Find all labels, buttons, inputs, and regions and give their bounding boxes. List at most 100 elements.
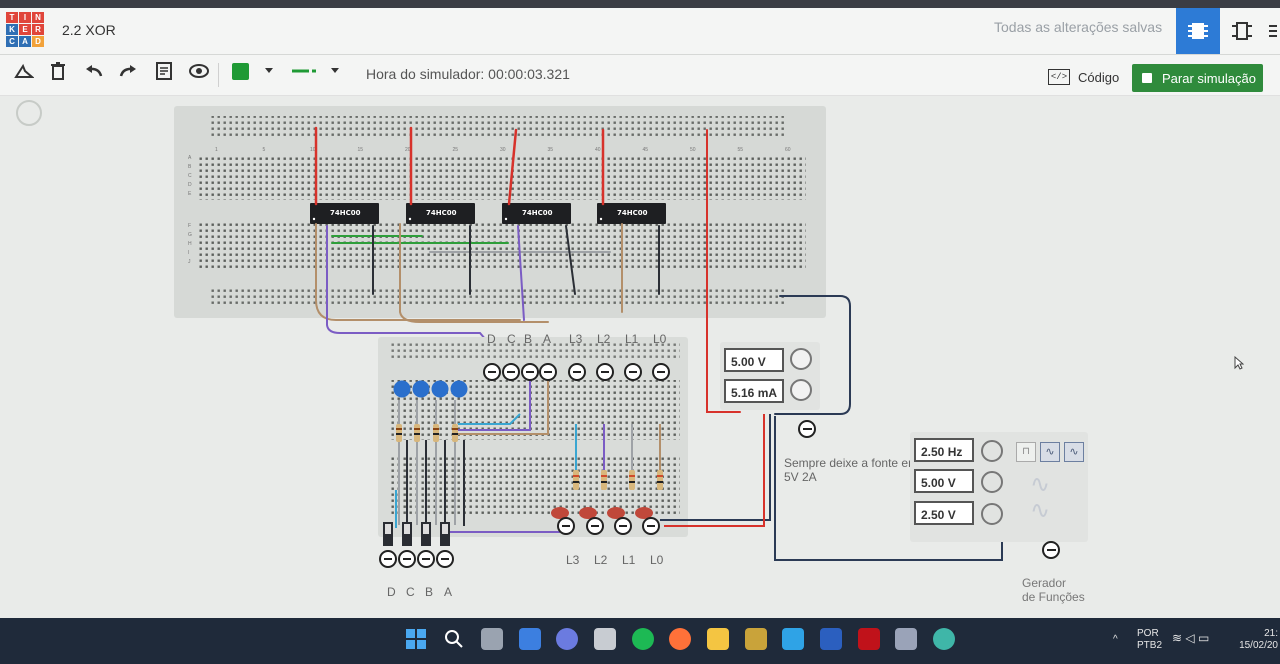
square-wave-button[interactable]: ⊓ xyxy=(1016,442,1036,462)
color-dropdown-arrow[interactable] xyxy=(257,59,281,83)
code-button[interactable]: </> Código xyxy=(1048,64,1119,90)
supply-voltage-display[interactable]: 5.00 V xyxy=(724,348,784,372)
rotate-icon xyxy=(14,63,34,78)
input-label: D xyxy=(487,332,496,346)
probe-terminal[interactable] xyxy=(521,363,539,381)
offset-knob[interactable] xyxy=(981,503,1003,525)
generator-frequency-display[interactable]: 2.50 Hz xyxy=(914,438,974,462)
probe-terminal[interactable] xyxy=(652,363,670,381)
chat-button[interactable] xyxy=(556,628,578,650)
input-terminal[interactable] xyxy=(417,550,435,568)
probe-terminal[interactable] xyxy=(502,363,520,381)
top-breadboard[interactable]: 1 5 10 15 20 25 30 35 40 45 50 55 60 ABCDEFGHIJ xyxy=(174,106,826,318)
stop-simulation-button[interactable]: Parar simulação xyxy=(1132,64,1263,92)
probe-terminal[interactable] xyxy=(596,363,614,381)
ic-chip-74hc00[interactable]: 74HC00 xyxy=(310,203,379,224)
firefox-button[interactable] xyxy=(669,628,691,650)
wire-type-dropdown-arrow[interactable] xyxy=(323,59,347,83)
probe-terminal[interactable] xyxy=(568,363,586,381)
widgets-button[interactable] xyxy=(519,628,541,650)
voltage-knob[interactable] xyxy=(790,348,812,370)
schematic-view-button[interactable] xyxy=(1220,8,1264,54)
app-window-button[interactable] xyxy=(594,628,616,650)
input-slide-switch[interactable] xyxy=(383,522,393,546)
mail-button[interactable] xyxy=(782,628,804,650)
input-pushbutton[interactable] xyxy=(393,380,411,398)
led-resistor[interactable] xyxy=(629,470,635,490)
input-pushbutton[interactable] xyxy=(431,380,449,398)
generator-offset-display[interactable]: 2.50 V xyxy=(914,501,974,525)
triangle-wave-button[interactable]: ∿ xyxy=(1064,442,1084,462)
redo-button[interactable] xyxy=(116,59,140,83)
input-slide-switch[interactable] xyxy=(421,522,431,546)
column-number: 1 xyxy=(215,147,218,153)
pulldown-resistor[interactable] xyxy=(433,424,439,442)
input-slide-switch[interactable] xyxy=(402,522,412,546)
logo-letter: T xyxy=(6,12,18,23)
ic-chip-74hc00[interactable]: 74HC00 xyxy=(502,203,571,224)
input-terminal[interactable] xyxy=(379,550,397,568)
ic-chip-74hc00[interactable]: 74HC00 xyxy=(597,203,666,224)
probe-terminal[interactable] xyxy=(539,363,557,381)
search-button[interactable] xyxy=(443,628,465,650)
output-terminal[interactable] xyxy=(642,517,660,535)
input-terminal[interactable] xyxy=(398,550,416,568)
led-resistor[interactable] xyxy=(573,470,579,490)
output-terminal[interactable] xyxy=(586,517,604,535)
amplitude-knob[interactable] xyxy=(981,471,1003,493)
word-button[interactable] xyxy=(820,628,842,650)
supply-negative-terminal[interactable] xyxy=(798,420,816,438)
circuit-view-button[interactable] xyxy=(1176,8,1220,54)
generator-negative-terminal[interactable] xyxy=(1042,541,1060,559)
app-button-teal[interactable] xyxy=(933,628,955,650)
output-terminal[interactable] xyxy=(614,517,632,535)
output-terminal[interactable] xyxy=(557,517,575,535)
file-explorer-button[interactable] xyxy=(707,628,729,650)
app-button-yellow[interactable] xyxy=(745,628,767,650)
quick-settings-button[interactable]: ≋ ◁ ▭ xyxy=(1172,632,1209,644)
input-terminal[interactable] xyxy=(436,550,454,568)
ic-chip-74hc00[interactable]: 74HC00 xyxy=(406,203,475,224)
project-title[interactable]: 2.2 XOR xyxy=(62,22,116,38)
current-knob[interactable] xyxy=(790,379,812,401)
row-letter: I xyxy=(188,250,189,256)
row-letter: F xyxy=(188,223,191,229)
supply-current-display[interactable]: 5.16 mA xyxy=(724,379,784,403)
column-number: 50 xyxy=(690,147,696,153)
input-pushbutton[interactable] xyxy=(450,380,468,398)
pulldown-resistor[interactable] xyxy=(452,424,458,442)
pulldown-resistor[interactable] xyxy=(414,424,420,442)
visibility-button[interactable] xyxy=(187,59,211,83)
output-label: L3 xyxy=(569,332,583,346)
row-letter: C xyxy=(188,173,192,179)
clock[interactable]: 21: 15/02/20 xyxy=(1238,628,1278,652)
probe-terminal[interactable] xyxy=(483,363,501,381)
delete-button[interactable] xyxy=(46,59,70,83)
frequency-knob[interactable] xyxy=(981,440,1003,462)
wire-color-picker[interactable] xyxy=(232,63,249,80)
input-pushbutton[interactable] xyxy=(412,380,430,398)
notes-button[interactable] xyxy=(152,59,176,83)
undo-button[interactable] xyxy=(82,59,106,83)
probe-terminal[interactable] xyxy=(624,363,642,381)
led-resistor[interactable] xyxy=(601,470,607,490)
language-indicator[interactable]: POR PTB2 xyxy=(1137,628,1162,652)
wire-type-picker[interactable] xyxy=(292,59,316,83)
sine-wave-button[interactable]: ∿ xyxy=(1040,442,1060,462)
column-number: 25 xyxy=(453,147,459,153)
power-supply-note: Sempre deixe a fonte em 5V 2A xyxy=(784,456,919,484)
snipping-tool-button[interactable] xyxy=(895,628,917,650)
netflix-button[interactable] xyxy=(858,628,880,650)
tinkercad-logo[interactable]: TIN KER CAD xyxy=(6,12,44,47)
rotate-button[interactable] xyxy=(12,59,36,83)
task-view-button[interactable] xyxy=(481,628,503,650)
start-button[interactable] xyxy=(405,628,427,650)
list-view-button[interactable] xyxy=(1264,8,1280,54)
show-hidden-icons-button[interactable]: ^ xyxy=(1113,634,1118,646)
input-slide-switch[interactable] xyxy=(440,522,450,546)
spotify-button[interactable] xyxy=(632,628,654,650)
pulldown-resistor[interactable] xyxy=(396,424,402,442)
led-resistor[interactable] xyxy=(657,470,663,490)
generator-amplitude-display[interactable]: 5.00 V xyxy=(914,469,974,493)
circuit-canvas[interactable]: 1 5 10 15 20 25 30 35 40 45 50 55 60 ABCDEFGHIJ 74HC… xyxy=(0,96,1280,618)
